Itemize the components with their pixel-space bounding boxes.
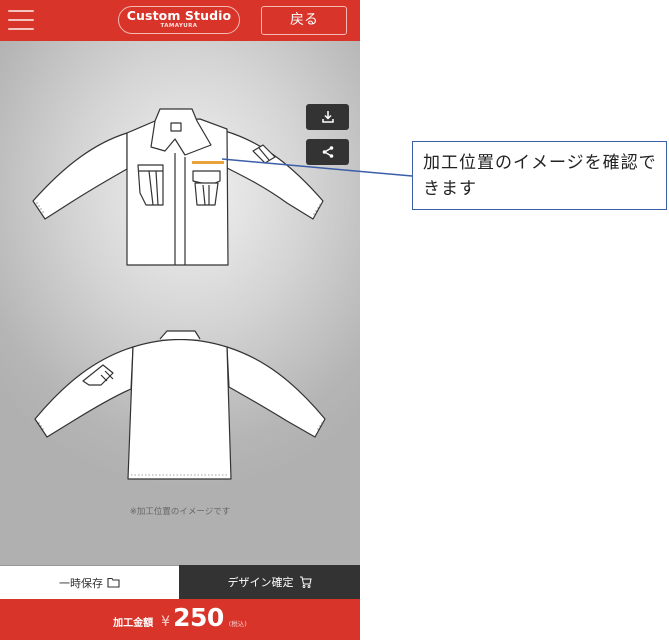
currency-symbol: ¥ (161, 614, 171, 630)
hamburger-menu-icon[interactable] (8, 9, 34, 31)
confirm-design-label: デザイン確定 (227, 576, 294, 589)
price-label: 加工金額 (113, 618, 154, 629)
app-screen: Custom Studio TAMAYURA 戻る ※加工位置のイメージです 一… (0, 0, 360, 640)
confirm-design-button[interactable]: デザイン確定 (179, 565, 360, 599)
logo-title: Custom Studio (126, 8, 232, 23)
folder-icon (107, 577, 120, 588)
cart-icon (299, 576, 312, 588)
print-position-marker (192, 161, 224, 164)
logo[interactable]: Custom Studio TAMAYURA (118, 6, 240, 34)
logo-subtitle: TAMAYURA (160, 23, 198, 29)
annotation-callout: 加工位置のイメージを確認できます (412, 141, 667, 210)
save-draft-label: 一時保存 (59, 576, 103, 590)
back-button[interactable]: 戻る (261, 6, 347, 35)
jacket-front-image (32, 108, 324, 266)
tax-note: (税込) (228, 620, 247, 628)
preview-note: ※加工位置のイメージです (129, 507, 231, 517)
price-bar: 加工金額 ¥ 250 (税込) (0, 599, 360, 640)
app-header: Custom Studio TAMAYURA 戻る (0, 0, 360, 41)
jacket-back-image (34, 330, 326, 480)
save-draft-button[interactable]: 一時保存 (0, 565, 179, 599)
price-value: 250 (173, 603, 224, 632)
preview-canvas: ※加工位置のイメージです (0, 41, 360, 565)
